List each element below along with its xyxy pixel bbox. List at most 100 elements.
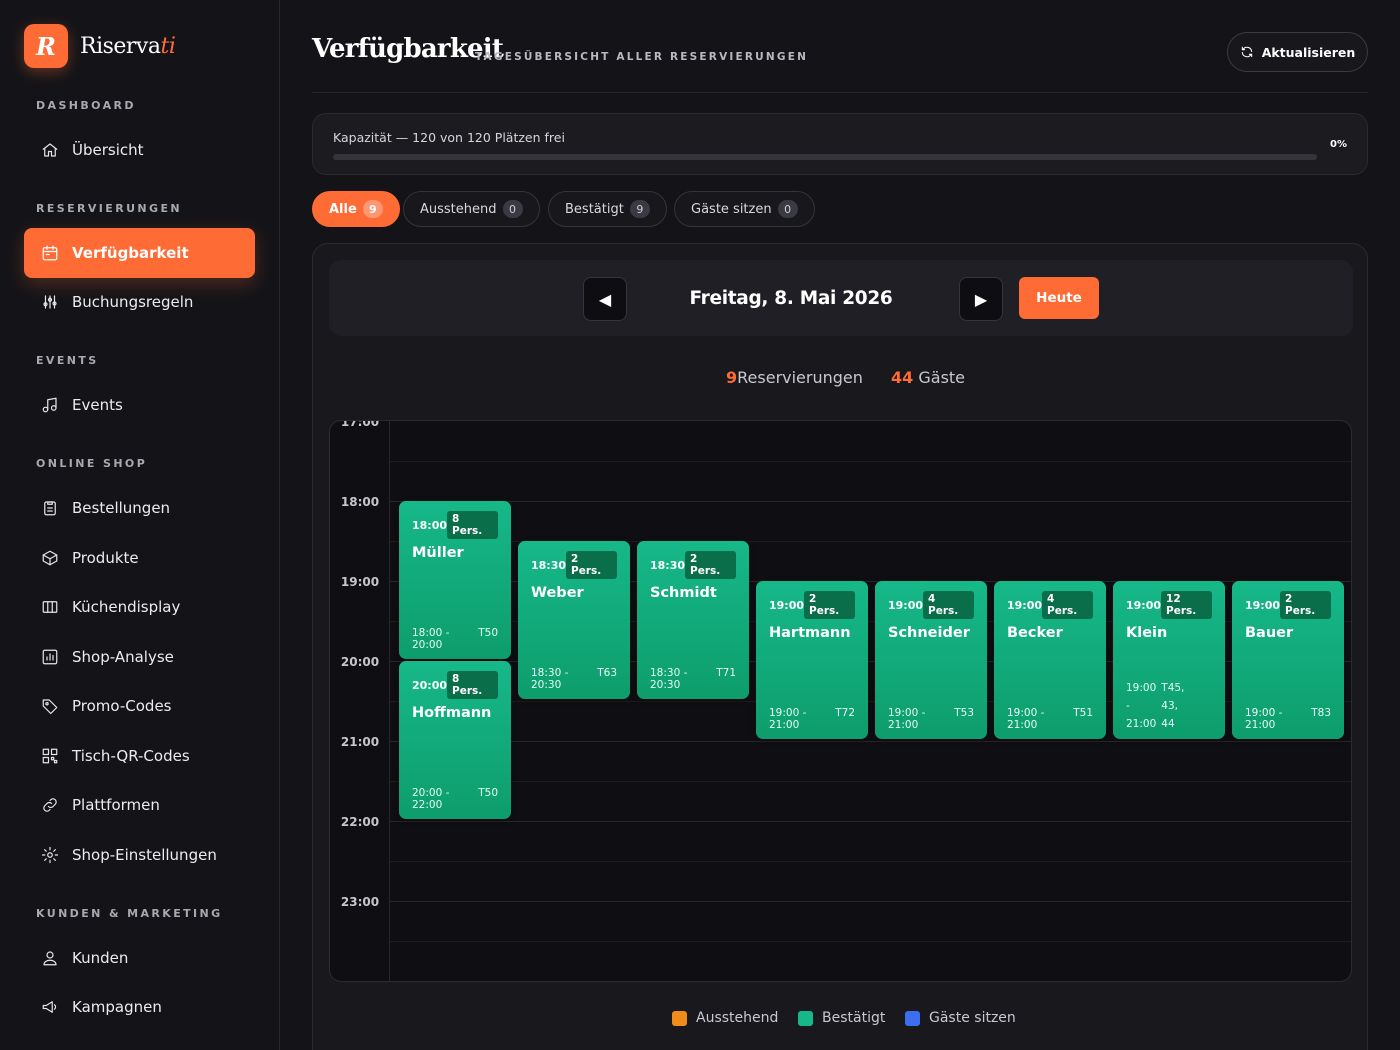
stat-guests-count: 44 xyxy=(891,368,914,387)
section-online-shop: ONLINE SHOP xyxy=(36,457,148,470)
filter-chip-label: Ausstehend xyxy=(420,201,497,217)
stat-reservations: 9Reservierungen xyxy=(726,368,863,387)
reservation-card[interactable]: 19:00 12 Pers. Klein 19:00 - 21:00 T45, 43… xyxy=(1113,581,1225,739)
grid-line xyxy=(390,901,1351,902)
capacity-card: Kapazität — 120 von 120 Plätzen frei 0% xyxy=(312,113,1368,175)
reservation-table-a: T45, 43, xyxy=(1161,682,1185,712)
reservation-name: Schneider xyxy=(888,625,970,641)
reservation-name: Hartmann xyxy=(769,625,851,641)
reservation-card[interactable]: 19:00 2 Pers. Bauer 19:00 - 21:00 T83 xyxy=(1232,581,1344,739)
refresh-button[interactable]: Aktualisieren xyxy=(1227,32,1368,72)
reservation-range: 19:00 - 21:00 xyxy=(888,707,926,731)
sidebar-item-shop-einstellungen[interactable]: Shop-Einstellungen xyxy=(24,833,255,877)
grid-line xyxy=(390,461,1351,462)
columns-icon xyxy=(40,597,60,617)
reservation-card[interactable]: 18:30 2 Pers. Schmidt 18:30 - 20:30 T71 xyxy=(637,541,749,699)
reservation-persons: 2 Pers. xyxy=(566,551,617,579)
grid-line xyxy=(390,741,1351,742)
header-divider xyxy=(312,92,1368,93)
reservation-table: T50 xyxy=(478,787,498,799)
stat-guests: 44 Gäste xyxy=(891,368,965,387)
sidebar-item-label: Shop-Einstellungen xyxy=(72,846,217,864)
sidebar-item-verfuegbarkeit[interactable]: Verfügbarkeit xyxy=(24,228,255,278)
reservation-name: Schmidt xyxy=(650,585,717,601)
grid-line xyxy=(390,861,1351,862)
sidebar-item-buchungsregeln[interactable]: Buchungsregeln xyxy=(24,280,255,324)
reservation-card[interactable]: 18:00 8 Pers. Müller 18:00 - 20:00 T50 xyxy=(399,501,511,659)
sidebar-item-tisch-qr-codes[interactable]: Tisch-QR-Codes xyxy=(24,734,255,778)
sidebar-item-kuechendisplay[interactable]: Küchendisplay xyxy=(24,585,255,629)
reservation-table-b: 44 xyxy=(1161,718,1175,730)
today-button[interactable]: Heute xyxy=(1019,277,1099,319)
reservation-name: Weber xyxy=(531,585,584,601)
clipboard-icon xyxy=(40,498,60,518)
sidebar-item-uebersicht[interactable]: Übersicht xyxy=(24,128,255,172)
chart-icon xyxy=(40,647,60,667)
sidebar-item-label: Übersicht xyxy=(72,141,144,159)
filter-chip-label: Gäste sitzen xyxy=(691,201,772,217)
sidebar-item-label: Kunden xyxy=(72,949,129,967)
section-dashboard: DASHBOARD xyxy=(36,99,136,112)
prev-day-button[interactable]: ◀ xyxy=(583,277,627,321)
filter-chip-count: 0 xyxy=(777,200,798,218)
stat-guests-label: Gäste xyxy=(918,368,966,387)
grid-line xyxy=(390,941,1351,942)
reservation-card[interactable]: 18:30 2 Pers. Weber 18:30 - 20:30 T63 xyxy=(518,541,630,699)
reservation-time: 19:00 xyxy=(1126,598,1162,612)
reservation-persons: 8 Pers. xyxy=(447,511,498,539)
reservation-range-end: 21:00 xyxy=(1126,718,1157,730)
legend-label: Gäste sitzen xyxy=(929,1010,1016,1026)
reservation-table: T71 xyxy=(716,667,736,679)
sidebar-item-label: Plattformen xyxy=(72,796,160,814)
users-icon xyxy=(40,948,60,968)
legend-label: Ausstehend xyxy=(696,1010,779,1026)
sidebar-item-promo-codes[interactable]: Promo-Codes xyxy=(24,684,255,728)
hour-label: 23:00 xyxy=(340,895,380,909)
reservation-card[interactable]: 19:00 4 Pers. Becker 19:00 - 21:00 T51 xyxy=(994,581,1106,739)
stat-reservations-count: 9 xyxy=(726,368,738,387)
home-icon xyxy=(40,140,60,160)
sidebar-item-plattformen[interactable]: Plattformen xyxy=(24,783,255,827)
grid-line xyxy=(390,781,1351,782)
hour-label: 19:00 xyxy=(340,575,380,589)
sidebar-item-label: Promo-Codes xyxy=(72,697,172,715)
sidebar-item-produkte[interactable]: Produkte xyxy=(24,536,255,580)
app-name-accent: ti xyxy=(160,33,176,59)
sidebar-item-bestellungen[interactable]: Bestellungen xyxy=(24,486,255,530)
reservation-name: Müller xyxy=(412,545,464,561)
reservation-time: 18:30 xyxy=(531,558,567,572)
next-day-button[interactable]: ▶ xyxy=(959,277,1003,321)
music-icon xyxy=(40,395,60,415)
reservation-table: T53 xyxy=(954,707,974,719)
reservation-card[interactable]: 19:00 2 Pers. Hartmann 19:00 - 21:00 T72 xyxy=(756,581,868,739)
filter-chip-ausstehend[interactable]: Ausstehend 0 xyxy=(403,191,540,227)
sidebar-item-events[interactable]: Events xyxy=(24,383,255,427)
reservation-table: T83 xyxy=(1311,707,1331,719)
sidebar-item-label: Produkte xyxy=(72,549,139,567)
reservation-card[interactable]: 20:00 8 Pers. Hoffmann 20:00 - 22:00 T50 xyxy=(399,661,511,819)
legend-bestaetigt: Bestätigt xyxy=(798,1010,885,1026)
reservation-time: 18:00 xyxy=(412,518,448,532)
filter-chip-gaeste-sitzen[interactable]: Gäste sitzen 0 xyxy=(674,191,815,227)
sidebar-item-shop-analyse[interactable]: Shop-Analyse xyxy=(24,635,255,679)
sidebar-item-kampagnen[interactable]: Kampagnen xyxy=(24,985,255,1029)
filter-chip-bestaetigt[interactable]: Bestätigt 9 xyxy=(548,191,667,227)
hour-label: 17:00 xyxy=(340,420,380,429)
reservation-card[interactable]: 19:00 4 Pers. Schneider 19:00 - 21:00 T53 xyxy=(875,581,987,739)
sidebar-item-kunden[interactable]: Kunden xyxy=(24,936,255,980)
reservation-table: T51 xyxy=(1073,707,1093,719)
reservation-name: Bauer xyxy=(1245,625,1294,641)
filter-chip-alle[interactable]: Alle 9 xyxy=(312,191,400,227)
reservation-persons: 2 Pers. xyxy=(685,551,736,579)
hour-label: 22:00 xyxy=(340,815,380,829)
capacity-percent: 0% xyxy=(1330,139,1347,150)
reservation-persons: 4 Pers. xyxy=(923,591,974,619)
reservation-persons: 4 Pers. xyxy=(1042,591,1093,619)
logo-mark: R xyxy=(24,24,68,68)
refresh-label: Aktualisieren xyxy=(1261,44,1356,60)
reservation-name: Becker xyxy=(1007,625,1063,641)
reservation-table: T72 xyxy=(835,707,855,719)
logo[interactable]: R Riservati xyxy=(24,24,176,68)
reservation-table: T45, 43, 44 xyxy=(1161,679,1202,733)
reservation-range: 19:00 - 21:00 xyxy=(769,707,807,731)
